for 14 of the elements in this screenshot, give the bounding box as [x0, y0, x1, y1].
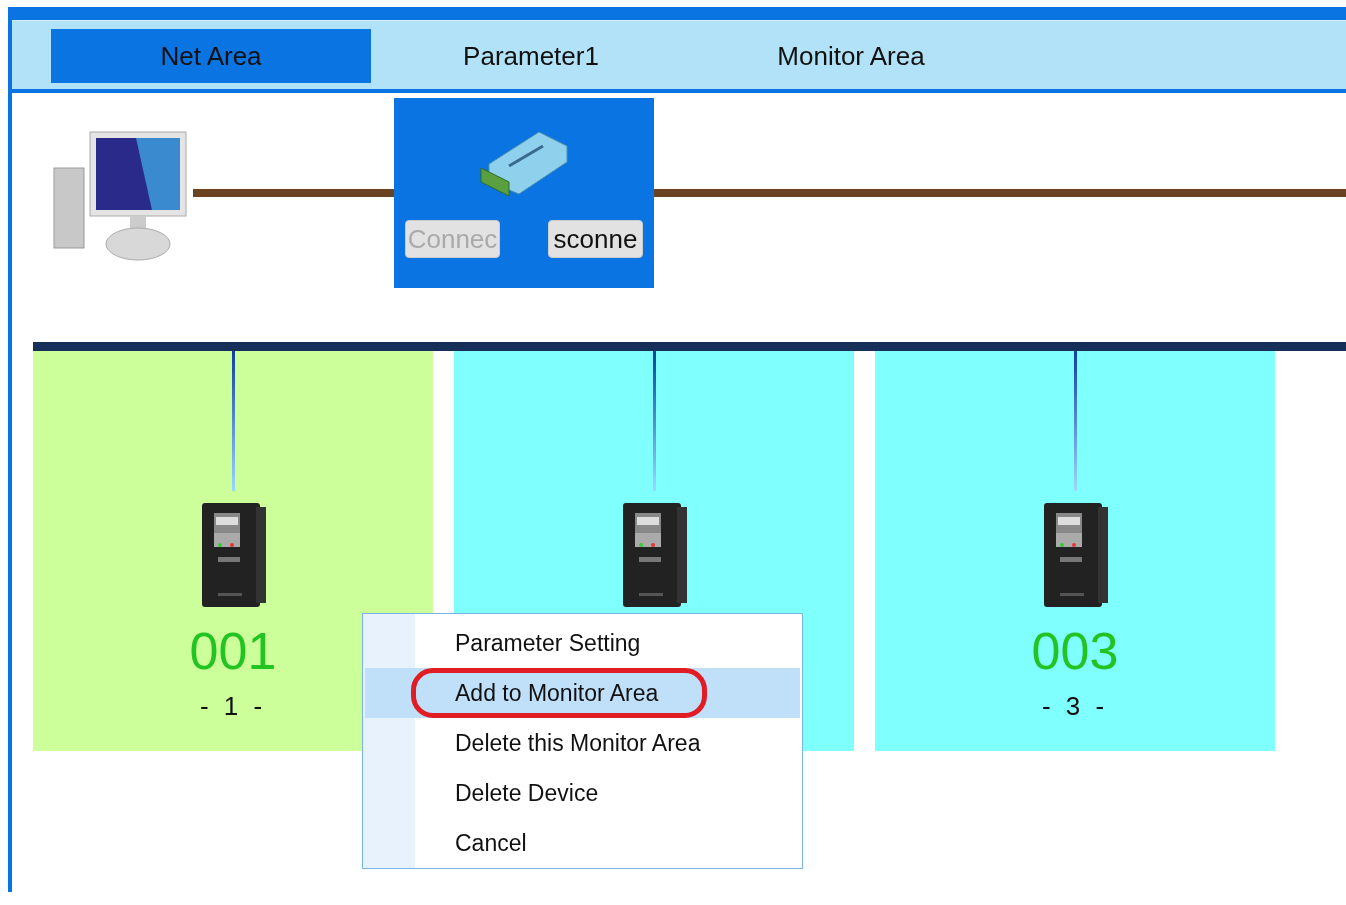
device-card[interactable]: 001 - 1 -	[33, 351, 433, 751]
device-code: 003	[1031, 621, 1119, 681]
device-number: - 1 -	[199, 691, 267, 722]
tab[interactable]: Parameter1	[371, 29, 691, 83]
menu-item[interactable]: Delete Device	[363, 768, 802, 818]
computer-icon	[52, 128, 188, 264]
device-number: - 3 -	[1041, 691, 1109, 722]
menu-item[interactable]: Add to Monitor Area	[365, 668, 800, 718]
device-card[interactable]: 003 - 3 -	[875, 351, 1275, 751]
menu-item[interactable]: Cancel	[363, 818, 802, 868]
tab[interactable]: Net Area	[51, 29, 371, 83]
disconnect-button[interactable]: sconne	[548, 220, 643, 258]
tab[interactable]: Monitor Area	[691, 29, 1011, 83]
device-code: 001	[189, 621, 277, 681]
